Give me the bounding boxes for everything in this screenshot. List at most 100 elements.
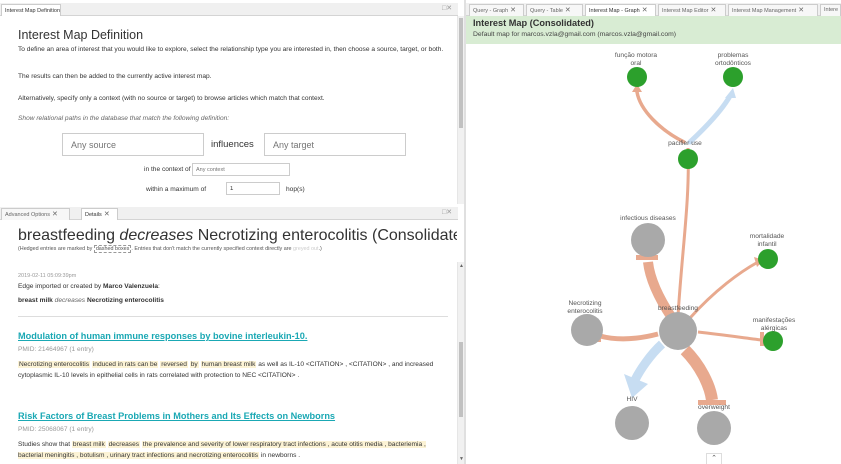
- hops-input[interactable]: [226, 182, 280, 195]
- details-tabbar: Advanced Options ✕ Details ✕ □✕: [0, 207, 458, 220]
- details-title: breastfeeding decreases Necrotizing ente…: [18, 227, 457, 245]
- map-subtitle: Default map for marcos.vzla@gmail.com (m…: [473, 31, 677, 38]
- tab-label: Query - Table: [530, 8, 563, 14]
- node-label: problemas: [718, 52, 749, 59]
- tab-interest-map-graph[interactable]: Interest Map - Graph ✕: [585, 4, 656, 16]
- details-scrollbar[interactable]: ▲ ▼: [457, 262, 464, 464]
- expand-panel-button[interactable]: ⌃: [706, 453, 722, 464]
- context-input[interactable]: [192, 163, 290, 176]
- excerpt-highlight: induced in rats can be: [91, 361, 159, 368]
- edge-breastfeeding-overweight[interactable]: [680, 345, 718, 402]
- rel-relation: decreases: [54, 297, 86, 304]
- close-icon[interactable]: ✕: [642, 7, 648, 14]
- chevron-up-icon: ⌃: [711, 455, 717, 462]
- hedge-note: (Hedged entries are marked by dashed box…: [18, 245, 322, 253]
- rel-target: Necrotizing enterocolitis: [86, 297, 164, 304]
- node-funcao-motora-oral[interactable]: [627, 67, 647, 87]
- node-necrotizing-enterocolitis[interactable]: [571, 314, 603, 346]
- node-label: HIV: [627, 396, 639, 403]
- note-mid: . Entries that don't match the currently…: [131, 246, 292, 252]
- tab-label: Interest Map Editor: [662, 8, 709, 14]
- hops-unit: hop(s): [286, 186, 305, 193]
- node-label: manifestações: [753, 317, 796, 324]
- node-manifestacoes-alergicas[interactable]: [763, 331, 783, 351]
- edge-creator: Edge imported or created by Marco Valenz…: [18, 281, 160, 292]
- article-excerpt: Necrotizing enterocolitis induced in rat…: [18, 359, 450, 381]
- tab-details[interactable]: Details ✕: [81, 208, 118, 220]
- node-label: pacifier use: [668, 140, 702, 147]
- excerpt-text: in newborns .: [260, 452, 301, 459]
- title-target: Necrotizing enterocolitis (Consolidated): [197, 227, 457, 244]
- edge-breastfeeding-mortalidade[interactable]: [688, 260, 759, 319]
- node-overweight[interactable]: [697, 411, 731, 445]
- tab-interest-map-management[interactable]: Interest Map Management ✕: [728, 4, 818, 16]
- tab-query-table[interactable]: Query - Table ✕: [526, 4, 583, 16]
- target-input[interactable]: [264, 133, 406, 156]
- node-mortalidade-infantil[interactable]: [758, 249, 778, 269]
- node-infectious-diseases[interactable]: [631, 223, 665, 257]
- window-controls[interactable]: □✕: [442, 208, 452, 216]
- scrollbar-thumb[interactable]: [459, 342, 463, 417]
- tab-label: Interest Map Definition: [5, 8, 61, 14]
- edge-colon: :: [158, 283, 160, 290]
- tab-query-graph[interactable]: Query - Graph ✕: [469, 4, 524, 16]
- edge-breastfeeding-manifestacoes[interactable]: [697, 330, 763, 342]
- node-breastfeeding[interactable]: [659, 312, 697, 350]
- edge-breastfeeding-hiv[interactable]: [630, 340, 666, 383]
- node-label: breastfeeding: [658, 305, 698, 312]
- edge-breastfeeding-pacifier[interactable]: [676, 147, 690, 317]
- node-label: mortalidade: [750, 233, 785, 240]
- excerpt-text: Studies show that: [18, 441, 71, 448]
- interest-map-graph[interactable]: função motora oral problemas ortodôntico…: [466, 44, 841, 464]
- excerpt-highlight: by: [189, 361, 199, 368]
- graph-tabbar: Query - Graph ✕ Query - Table ✕ Interest M…: [466, 3, 841, 16]
- map-title: Interest Map (Consolidated): [473, 18, 594, 28]
- tab-interest-map-definition[interactable]: Interest Map Definition✕: [1, 4, 61, 16]
- tab-label: Query - Graph: [473, 8, 509, 14]
- node-label: ortodônticos: [715, 60, 752, 67]
- close-icon[interactable]: ✕: [510, 7, 516, 14]
- close-icon[interactable]: ✕: [104, 211, 110, 218]
- definition-panel: Interest Map Definition To define an are…: [0, 16, 457, 206]
- tab-interest-overflow[interactable]: Intere: [820, 4, 841, 16]
- tab-label: Intere: [824, 7, 839, 13]
- map-header: Interest Map (Consolidated) Default map …: [466, 16, 841, 44]
- edge-pacifier-funcao[interactable]: [635, 90, 686, 144]
- definition-scrollbar[interactable]: [457, 16, 464, 204]
- edge-pacifier-problemas[interactable]: [687, 93, 733, 145]
- excerpt-highlight: decreases: [107, 441, 141, 448]
- close-icon[interactable]: ✕: [52, 211, 58, 218]
- node-label: infectious diseases: [620, 215, 676, 222]
- node-label: oral: [631, 60, 643, 67]
- node-pacifier-use[interactable]: [678, 149, 698, 169]
- node-hiv[interactable]: [615, 406, 649, 440]
- tab-advanced-options[interactable]: Advanced Options ✕: [1, 208, 70, 220]
- timestamp: 2019-02-11 05:09:39pm: [18, 273, 77, 279]
- close-icon[interactable]: ✕: [565, 7, 571, 14]
- tab-label: Interest Map Management: [732, 8, 797, 14]
- note-prefix: (Hedged entries are marked by: [18, 246, 93, 252]
- article-pmid: PMID: 25068067 (1 entry): [18, 426, 94, 433]
- tab-interest-map-editor[interactable]: Interest Map Editor ✕: [658, 4, 726, 16]
- note-greyed: greyed out: [293, 246, 319, 252]
- node-problemas-ortodonticos[interactable]: [723, 67, 743, 87]
- excerpt-highlight: breast milk: [71, 441, 106, 448]
- scrollbar-thumb[interactable]: [459, 18, 463, 128]
- note-suffix: .): [318, 246, 322, 252]
- window-controls[interactable]: □✕: [442, 4, 452, 12]
- article-title-link[interactable]: Risk Factors of Breast Problems in Mothe…: [18, 411, 335, 421]
- edge-breastfeeding-necrotizing[interactable]: [599, 331, 659, 342]
- node-label: função motora: [615, 52, 657, 59]
- close-icon[interactable]: ✕: [710, 7, 716, 14]
- edge-author: Marco Valenzuela: [103, 283, 159, 290]
- source-input[interactable]: [62, 133, 204, 156]
- title-relation: decreases: [119, 227, 194, 244]
- details-panel: breastfeeding decreases Necrotizing ente…: [0, 220, 457, 464]
- results-text: The results can then be added to the cur…: [18, 73, 212, 80]
- relation-label[interactable]: influences: [211, 139, 254, 150]
- rel-source: breast milk: [18, 297, 53, 304]
- article-title-link[interactable]: Modulation of human immune responses by …: [18, 331, 307, 341]
- divider: [18, 316, 448, 317]
- excerpt-highlight: human breast milk: [200, 361, 257, 368]
- close-icon[interactable]: ✕: [798, 7, 804, 14]
